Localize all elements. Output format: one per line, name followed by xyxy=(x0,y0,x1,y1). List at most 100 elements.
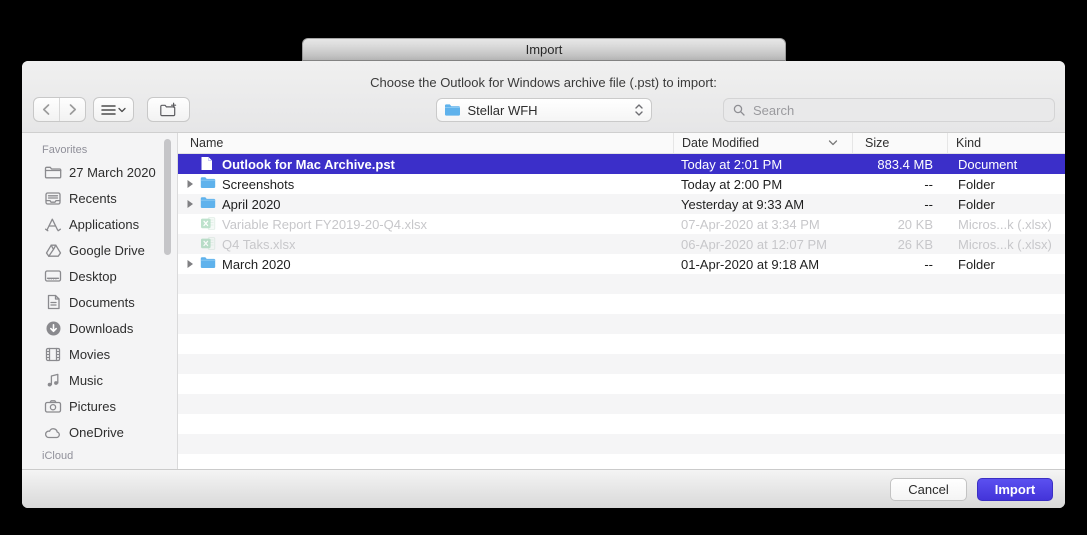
sidebar-item-label: OneDrive xyxy=(69,425,124,440)
sidebar-item-desktop[interactable]: Desktop xyxy=(22,263,177,289)
empty-row xyxy=(178,334,1065,354)
sidebar-section-icloud: iCloud xyxy=(22,447,73,465)
search-icon xyxy=(732,103,746,117)
desktop-icon xyxy=(44,267,62,285)
sidebar-item-label: Desktop xyxy=(69,269,117,284)
folder-icon xyxy=(200,176,216,192)
sidebar-item-google-drive[interactable]: Google Drive xyxy=(22,237,177,263)
sidebar-item-pictures[interactable]: Pictures xyxy=(22,393,177,419)
updown-chevrons-icon xyxy=(634,103,644,117)
file-name: April 2020 xyxy=(222,197,281,212)
downloads-icon xyxy=(44,319,62,337)
sidebar-item-label: Movies xyxy=(69,347,110,362)
sidebar-scrollbar[interactable] xyxy=(164,139,171,255)
file-name: Outlook for Mac Archive.pst xyxy=(222,157,395,172)
empty-row xyxy=(178,354,1065,374)
new-folder-button[interactable] xyxy=(147,97,190,122)
file-size: 26 KB xyxy=(852,237,947,252)
sidebar-item-movies[interactable]: Movies xyxy=(22,341,177,367)
nav-buttons xyxy=(33,97,86,122)
file-date-modified: Today at 2:01 PM xyxy=(673,157,852,172)
excel-icon xyxy=(200,216,216,232)
file-size: -- xyxy=(852,257,947,272)
document-icon xyxy=(200,156,216,172)
file-name: Q4 Taks.xlsx xyxy=(222,237,295,252)
file-list-header: Name Date Modified Size Kind xyxy=(178,133,1065,154)
sidebar-item-applications[interactable]: Applications xyxy=(22,211,177,237)
empty-row xyxy=(178,374,1065,394)
folder-gray-icon xyxy=(44,163,62,181)
back-button[interactable] xyxy=(34,98,60,121)
table-row[interactable]: Variable Report FY2019-20-Q4.xlsx07-Apr-… xyxy=(178,214,1065,234)
sidebar-item-27-march-2020[interactable]: 27 March 2020 xyxy=(22,159,177,185)
import-file-dialog: Choose the Outlook for Windows archive f… xyxy=(22,61,1065,508)
sidebar-item-label: Documents xyxy=(69,295,135,310)
sort-chevron-icon xyxy=(828,139,838,147)
column-header-name[interactable]: Name xyxy=(178,133,673,153)
file-size: 20 KB xyxy=(852,217,947,232)
dialog-prompt: Choose the Outlook for Windows archive f… xyxy=(22,75,1065,90)
file-kind: Document xyxy=(947,157,1065,172)
file-size: -- xyxy=(852,197,947,212)
sidebar-item-documents[interactable]: Documents xyxy=(22,289,177,315)
sidebar-item-onedrive[interactable]: OneDrive xyxy=(22,419,177,445)
file-name: Variable Report FY2019-20-Q4.xlsx xyxy=(222,217,427,232)
applications-icon xyxy=(44,215,62,233)
file-date-modified: 06-Apr-2020 at 12:07 PM xyxy=(673,237,852,252)
table-row[interactable]: Q4 Taks.xlsx 06-Apr-2020 at 12:07 PM26 KB… xyxy=(178,234,1065,254)
column-header-kind[interactable]: Kind xyxy=(947,133,1065,153)
dialog-content: Favorites27 March 2020Recents Application… xyxy=(22,133,1065,469)
empty-row xyxy=(178,434,1065,454)
view-options-button[interactable] xyxy=(93,97,134,122)
pictures-icon xyxy=(44,397,62,415)
sidebar: Favorites27 March 2020Recents Application… xyxy=(22,133,178,469)
folder-icon xyxy=(200,196,216,212)
new-folder-icon xyxy=(159,102,178,118)
file-kind: Folder xyxy=(947,257,1065,272)
forward-button[interactable] xyxy=(60,98,85,121)
disclosure-triangle-icon[interactable] xyxy=(186,179,196,189)
file-name: March 2020 xyxy=(222,257,291,272)
cancel-button[interactable]: Cancel xyxy=(890,478,967,501)
column-header-date-modified[interactable]: Date Modified xyxy=(673,133,852,153)
dialog-header: Choose the Outlook for Windows archive f… xyxy=(22,61,1065,133)
import-button[interactable]: Import xyxy=(977,478,1053,501)
list-view-icon xyxy=(101,104,116,116)
folder-icon xyxy=(200,256,216,272)
empty-row xyxy=(178,414,1065,434)
documents-icon xyxy=(44,293,62,311)
file-kind: Folder xyxy=(947,197,1065,212)
sidebar-item-label: Pictures xyxy=(69,399,116,414)
file-kind: Folder xyxy=(947,177,1065,192)
empty-row xyxy=(178,314,1065,334)
file-kind: Micros...k (.xlsx) xyxy=(947,237,1065,252)
window-title: Import xyxy=(526,42,563,57)
empty-row xyxy=(178,454,1065,469)
file-list-rows: Outlook for Mac Archive.pst Today at 2:01… xyxy=(178,154,1065,469)
table-row[interactable]: April 2020Yesterday at 9:33 AM--Folder xyxy=(178,194,1065,214)
sidebar-section-favorites: Favorites xyxy=(22,141,177,159)
table-row[interactable]: Outlook for Mac Archive.pst Today at 2:01… xyxy=(178,154,1065,174)
disclosure-triangle-icon[interactable] xyxy=(186,259,196,269)
empty-row xyxy=(178,394,1065,414)
excel-icon xyxy=(200,236,216,252)
table-row[interactable]: ScreenshotsToday at 2:00 PM--Folder xyxy=(178,174,1065,194)
column-header-size[interactable]: Size xyxy=(852,133,947,153)
folder-icon xyxy=(444,103,461,117)
disclosure-triangle-icon[interactable] xyxy=(186,199,196,209)
search-field[interactable] xyxy=(723,98,1055,122)
table-row[interactable]: March 202001-Apr-2020 at 9:18 AM--Folder xyxy=(178,254,1065,274)
path-selector[interactable]: Stellar WFH xyxy=(436,98,652,122)
file-name: Screenshots xyxy=(222,177,294,192)
sidebar-item-music[interactable]: Music xyxy=(22,367,177,393)
sidebar-item-recents[interactable]: Recents xyxy=(22,185,177,211)
sidebar-item-downloads[interactable]: Downloads xyxy=(22,315,177,341)
window-titlebar: Import xyxy=(302,38,786,61)
google-drive-icon xyxy=(44,241,62,259)
file-list: Name Date Modified Size Kind Outlook for… xyxy=(178,133,1065,469)
movies-icon xyxy=(44,345,62,363)
search-input[interactable] xyxy=(751,102,1046,119)
onedrive-icon xyxy=(44,423,62,441)
sidebar-item-label: Applications xyxy=(69,217,139,232)
empty-row xyxy=(178,274,1065,294)
